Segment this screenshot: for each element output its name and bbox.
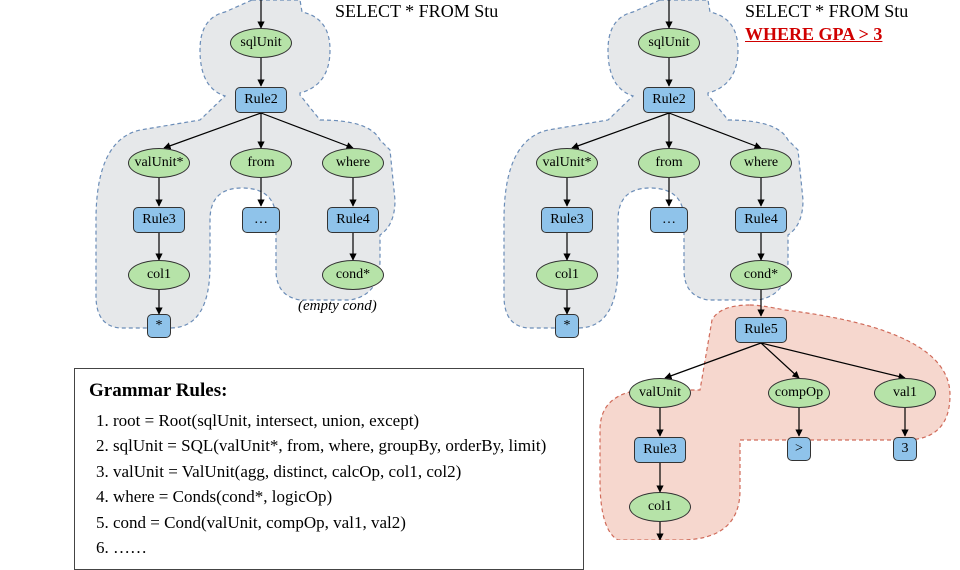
right-node-where: where: [730, 148, 792, 178]
left-empty-cond-annotation: (empty cond): [298, 298, 377, 315]
right-node-compop: compOp: [768, 378, 830, 408]
grammar-list: root = Root(sqlUnit, intersect, union, e…: [89, 408, 569, 561]
right-query-line2: WHERE GPA > 3: [745, 24, 882, 44]
right-node-col1b: col1: [629, 492, 691, 522]
right-node-rule3: Rule3: [541, 207, 593, 233]
right-node-condstar: cond*: [730, 260, 792, 290]
left-node-valunitstar: valUnit*: [128, 148, 190, 178]
grammar-rule-2: sqlUnit = SQL(valUnit*, from, where, gro…: [113, 433, 569, 459]
grammar-rule-5: cond = Cond(valUnit, compOp, val1, val2): [113, 510, 569, 536]
left-node-rule2: Rule2: [235, 87, 287, 113]
grammar-rule-4: where = Conds(cond*, logicOp): [113, 484, 569, 510]
left-node-star: *: [147, 314, 171, 338]
left-node-sqlunit: sqlUnit: [230, 28, 292, 58]
left-node-dots: …: [242, 207, 280, 233]
right-node-val1: val1: [874, 378, 936, 408]
right-node-sqlunit: sqlUnit: [638, 28, 700, 58]
right-node-rule4: Rule4: [735, 207, 787, 233]
right-node-dots: …: [650, 207, 688, 233]
right-node-three: 3: [893, 437, 917, 461]
right-query-line1: SELECT * FROM Stu: [745, 1, 908, 21]
grammar-rule-6: ……: [113, 535, 569, 561]
left-node-condstar: cond*: [322, 260, 384, 290]
left-node-where: where: [322, 148, 384, 178]
right-node-gt: >: [787, 437, 811, 461]
left-node-from: from: [230, 148, 292, 178]
right-node-valunit: valUnit: [629, 378, 691, 408]
grammar-rule-1: root = Root(sqlUnit, intersect, union, e…: [113, 408, 569, 434]
right-node-valunitstar: valUnit*: [536, 148, 598, 178]
right-node-star: *: [555, 314, 579, 338]
left-query-text: SELECT * FROM Stu: [335, 0, 498, 23]
grammar-rules-box: Grammar Rules: root = Root(sqlUnit, inte…: [74, 368, 584, 570]
right-node-col1: col1: [536, 260, 598, 290]
right-node-rule5: Rule5: [735, 317, 787, 343]
left-node-col1: col1: [128, 260, 190, 290]
left-query-line1: SELECT * FROM Stu: [335, 1, 498, 21]
right-node-rule3b: Rule3: [634, 437, 686, 463]
left-node-rule4: Rule4: [327, 207, 379, 233]
right-query-text: SELECT * FROM Stu WHERE GPA > 3: [745, 0, 908, 47]
left-node-rule3: Rule3: [133, 207, 185, 233]
grammar-rule-3: valUnit = ValUnit(agg, distinct, calcOp,…: [113, 459, 569, 485]
grammar-title: Grammar Rules:: [89, 377, 569, 406]
right-node-rule2: Rule2: [643, 87, 695, 113]
right-node-from: from: [638, 148, 700, 178]
nodes-layer: SELECT * FROM Stu SELECT * FROM Stu WHER…: [0, 0, 960, 540]
